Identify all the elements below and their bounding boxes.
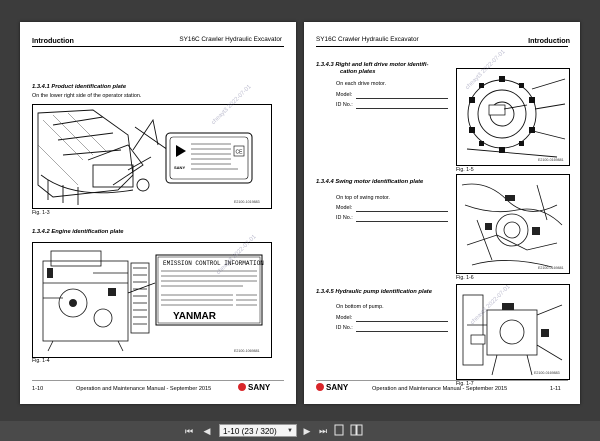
- figure-caption: Fig. 1-3: [32, 210, 50, 216]
- swing-motor-illustration: [461, 183, 563, 268]
- footer-rule: [316, 380, 568, 381]
- header-title: Introduction: [528, 36, 570, 45]
- id-line: [356, 108, 448, 109]
- swing-motor-figure: [456, 174, 570, 274]
- chevron-down-icon: ▼: [287, 428, 293, 434]
- prev-page-icon[interactable]: ◀: [201, 424, 213, 438]
- header-rule: [316, 46, 568, 47]
- model-line: [356, 98, 448, 99]
- hydraulic-pump-figure: [456, 284, 570, 380]
- sany-logo-text: SANY: [326, 383, 349, 392]
- section-heading: 1.3.4.1 Product identification plate: [32, 84, 127, 90]
- right-page: SY16C Crawler Hydraulic Excavator Introd…: [304, 22, 580, 404]
- id-line: [356, 221, 448, 222]
- model-line: [356, 321, 448, 322]
- id-label: ID No.:: [336, 215, 353, 221]
- section-text: On each drive motor.: [336, 81, 387, 87]
- section-text: On the lower right side of the operator …: [32, 93, 142, 99]
- id-label: ID No.:: [336, 325, 353, 331]
- sany-logo-icon: [238, 383, 246, 391]
- figure-caption: Fig. 1-5: [456, 167, 474, 173]
- single-page-view-icon[interactable]: [333, 424, 345, 438]
- svg-text:SANY: SANY: [174, 165, 185, 170]
- viewer-toolbar: ⏮ ◀ 1-10 (23 / 320) ▼ ▶ ⏭: [0, 421, 600, 441]
- section-heading: 1.3.4.2 Engine identification plate: [32, 229, 124, 235]
- single-page-svg: [334, 424, 344, 436]
- id-line: [356, 331, 448, 332]
- figure-code: E2100-0169881: [538, 158, 564, 162]
- header-model: SY16C Crawler Hydraulic Excavator: [316, 36, 419, 43]
- figure-code: E2100-1019883: [234, 200, 260, 204]
- footer-manual-title: Operation and Maintenance Manual - Septe…: [372, 386, 508, 392]
- left-page: Introduction SY16C Crawler Hydraulic Exc…: [20, 22, 296, 404]
- header-rule: [32, 46, 284, 47]
- next-page-icon[interactable]: ▶: [301, 424, 313, 438]
- footer-page-number: 1-10: [32, 386, 44, 392]
- figure-code: E2100-1069881: [234, 349, 260, 353]
- section-heading-cont: cation plates: [340, 69, 376, 75]
- sany-logo-icon: [316, 383, 324, 391]
- figure-code: E2100-0169881: [538, 266, 564, 270]
- two-page-svg: [350, 424, 362, 436]
- hydraulic-pump-illustration: [462, 294, 563, 376]
- product-plate-figure: SANY CE: [32, 104, 272, 209]
- sany-logo: SANY: [238, 383, 270, 392]
- first-page-icon[interactable]: ⏮: [183, 424, 195, 438]
- sany-logo-text: SANY: [248, 383, 271, 392]
- figure-caption: Fig. 1-6: [456, 275, 474, 281]
- plate-title: EMISSION CONTROL INFORMATION: [163, 260, 264, 267]
- model-label: Model:: [336, 205, 353, 211]
- figure-caption: Fig. 1-4: [32, 358, 50, 364]
- last-page-icon[interactable]: ⏭: [317, 424, 329, 438]
- sany-logo: SANY: [316, 383, 348, 392]
- figure-code: E2100-0169883: [534, 371, 560, 375]
- model-label: Model:: [336, 315, 353, 321]
- header-model: SY16C Crawler Hydraulic Excavator: [179, 36, 282, 43]
- svg-text:CE: CE: [236, 150, 244, 156]
- yanmar-logo: YANMAR: [173, 311, 217, 322]
- section-heading: 1.3.4.3 Right and left drive motor ident…: [316, 62, 429, 68]
- footer-manual-title: Operation and Maintenance Manual - Septe…: [76, 386, 212, 392]
- model-label: Model:: [336, 92, 353, 98]
- footer-page-number: 1-11: [550, 386, 561, 392]
- page-indicator: 1-10 (23 / 320): [223, 427, 277, 436]
- two-page-view-icon[interactable]: [349, 424, 363, 438]
- model-line: [356, 211, 448, 212]
- footer-rule: [32, 380, 284, 381]
- id-label: ID No.:: [336, 102, 353, 108]
- section-text: On top of swing motor.: [336, 195, 390, 201]
- section-heading: 1.3.4.5 Hydraulic pump identification pl…: [316, 289, 432, 295]
- section-heading: 1.3.4.4 Swing motor identification plate: [316, 179, 424, 185]
- page-select-dropdown[interactable]: 1-10 (23 / 320) ▼: [219, 424, 297, 437]
- section-text: On bottom of pump.: [336, 304, 384, 310]
- excavator-illustration: SANY CE: [37, 109, 253, 205]
- header-title: Introduction: [32, 36, 74, 45]
